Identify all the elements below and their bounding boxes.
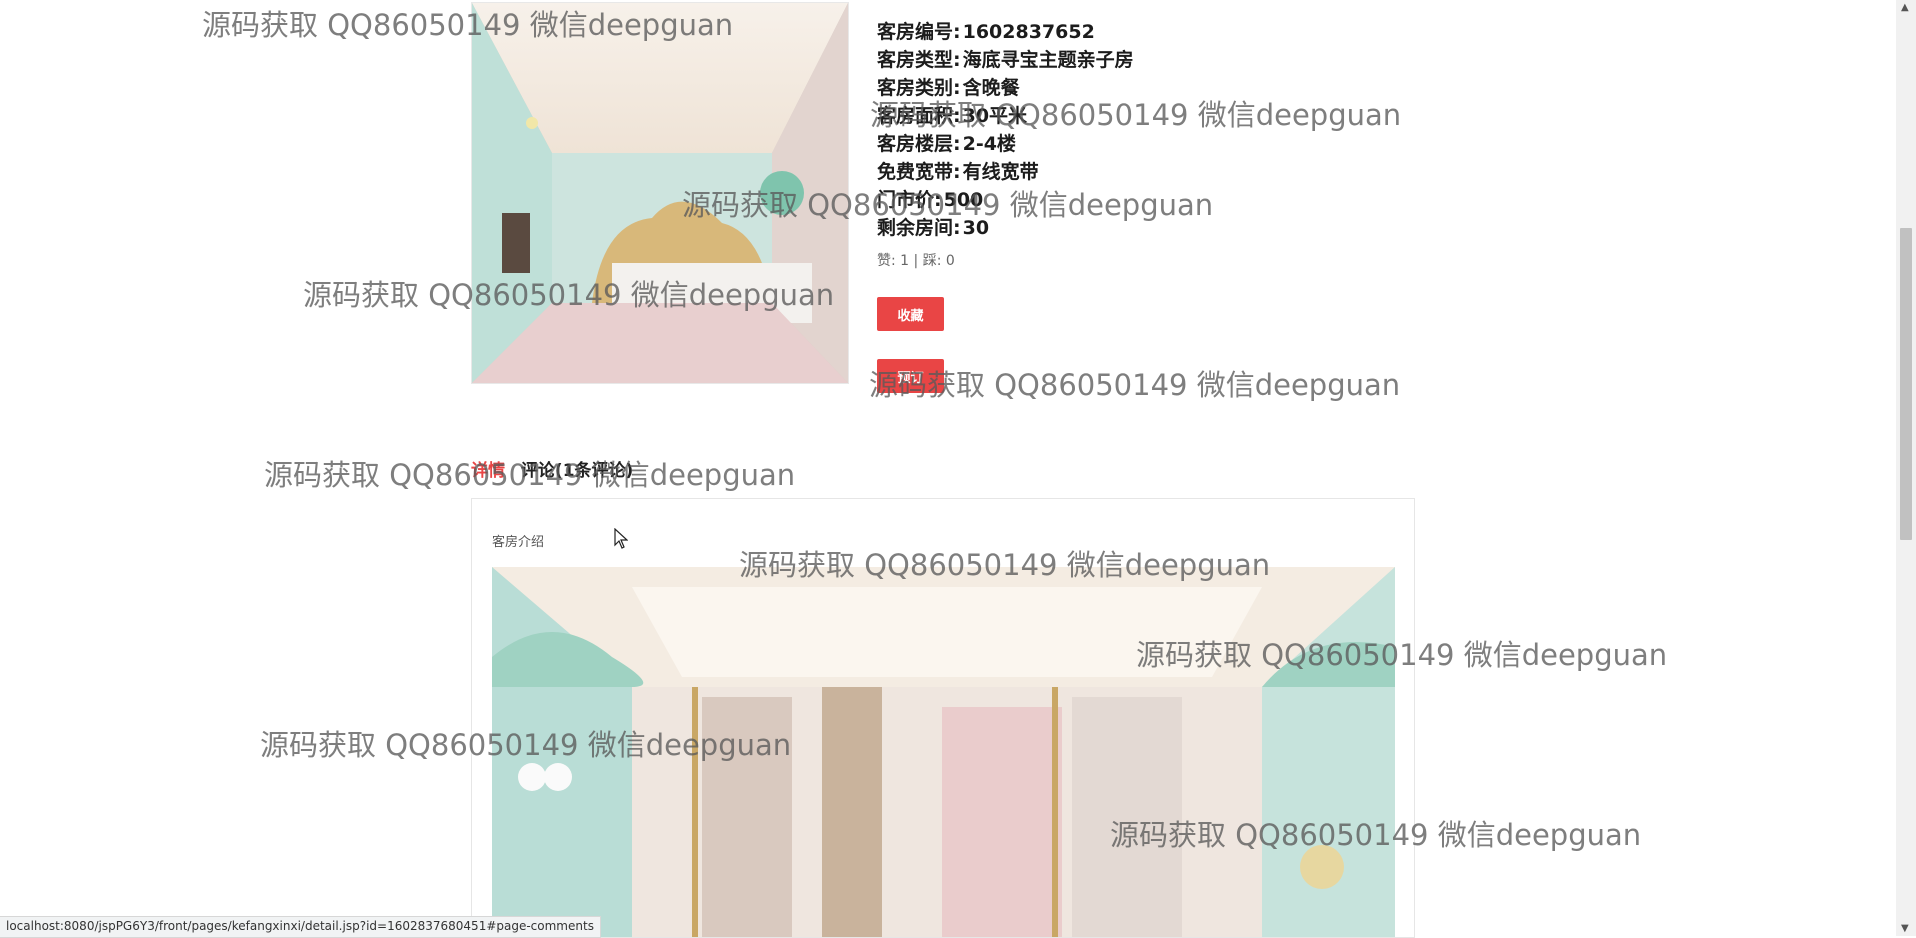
detail-tabs: 详情 评论(1条评论): [471, 456, 643, 481]
room-remaining-value: 30: [962, 217, 990, 239]
room-broadband-label: 免费宽带:: [877, 161, 961, 183]
scroll-down-arrow-icon[interactable]: ▼: [1901, 923, 1909, 934]
room-price-label: 门市价:: [877, 189, 942, 211]
room-type-label: 客房类型:: [877, 49, 961, 71]
browser-status-url: localhost:8080/jspPG6Y3/front/pages/kefa…: [0, 916, 601, 938]
room-broadband-value: 有线宽带: [962, 161, 1039, 183]
room-thumbnail-image: [471, 2, 849, 384]
room-number-label: 客房编号:: [877, 21, 961, 43]
room-category-value: 含晚餐: [962, 77, 1020, 99]
room-intro-image: [492, 567, 1395, 937]
room-remaining-row: 剩余房间: 30: [877, 214, 1134, 242]
page-scrollbar[interactable]: ▲ ▼: [1896, 0, 1916, 936]
room-area-value: 30平米: [962, 105, 1028, 127]
room-type-row: 客房类型: 海底寻宝主题亲子房: [877, 46, 1134, 74]
room-floor-row: 客房楼层: 2-4楼: [877, 130, 1134, 158]
room-category-label: 客房类别:: [877, 77, 961, 99]
room-info: 客房编号: 1602837652 客房类型: 海底寻宝主题亲子房 客房类别: 含晚餐 …: [877, 18, 1134, 242]
room-category-row: 客房类别: 含晚餐: [877, 74, 1134, 102]
like-dislike-counts[interactable]: 赞: 1 | 踩: 0: [877, 250, 955, 270]
tab-detail[interactable]: 详情: [471, 456, 505, 481]
room-price-row: 门市价: 500: [877, 186, 1134, 214]
room-price-value: 500: [943, 189, 984, 211]
scroll-up-arrow-icon[interactable]: ▲: [1901, 2, 1909, 13]
room-floor-label: 客房楼层:: [877, 133, 961, 155]
mouse-cursor-icon: [614, 527, 629, 554]
book-button[interactable]: 预订: [877, 359, 944, 393]
room-broadband-row: 免费宽带: 有线宽带: [877, 158, 1134, 186]
room-type-value: 海底寻宝主题亲子房: [962, 49, 1134, 71]
room-area-label: 客房面积:: [877, 105, 961, 127]
room-remaining-label: 剩余房间:: [877, 217, 961, 239]
tab-comments[interactable]: 评论(1条评论): [521, 456, 633, 481]
scrollbar-thumb[interactable]: [1900, 228, 1912, 540]
watermark-text: 源码获取 QQ86050149 微信deepguan: [869, 368, 1401, 402]
panel-title: 客房介绍: [492, 535, 545, 550]
room-number-value: 1602837652: [962, 21, 1095, 43]
favorite-button[interactable]: 收藏: [877, 297, 944, 331]
room-floor-value: 2-4楼: [962, 133, 1016, 155]
room-number-row: 客房编号: 1602837652: [877, 18, 1134, 46]
room-area-row: 客房面积: 30平米: [877, 102, 1134, 130]
detail-panel: 客房介绍: [471, 498, 1415, 938]
